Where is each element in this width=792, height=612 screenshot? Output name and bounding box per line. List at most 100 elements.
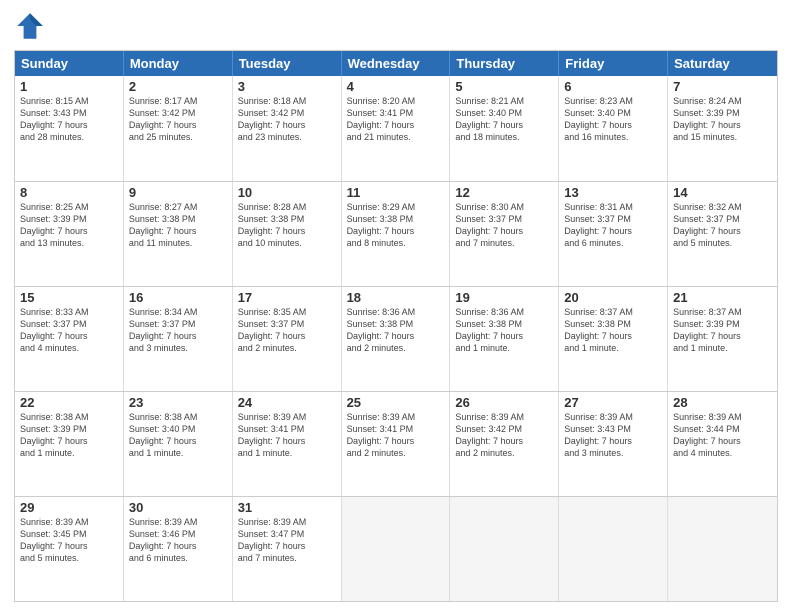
day-cell-20: 20Sunrise: 8:37 AM Sunset: 3:38 PM Dayli…	[559, 287, 668, 391]
day-number: 25	[347, 395, 445, 410]
day-info: Sunrise: 8:20 AM Sunset: 3:41 PM Dayligh…	[347, 95, 445, 144]
day-cell-26: 26Sunrise: 8:39 AM Sunset: 3:42 PM Dayli…	[450, 392, 559, 496]
weekday-header-monday: Monday	[124, 51, 233, 76]
day-number: 19	[455, 290, 553, 305]
day-info: Sunrise: 8:37 AM Sunset: 3:39 PM Dayligh…	[673, 306, 772, 355]
day-number: 16	[129, 290, 227, 305]
day-cell-empty	[559, 497, 668, 601]
day-info: Sunrise: 8:39 AM Sunset: 3:47 PM Dayligh…	[238, 516, 336, 565]
day-info: Sunrise: 8:39 AM Sunset: 3:44 PM Dayligh…	[673, 411, 772, 460]
day-number: 23	[129, 395, 227, 410]
day-cell-6: 6Sunrise: 8:23 AM Sunset: 3:40 PM Daylig…	[559, 76, 668, 181]
logo	[14, 10, 50, 42]
day-number: 1	[20, 79, 118, 94]
day-cell-2: 2Sunrise: 8:17 AM Sunset: 3:42 PM Daylig…	[124, 76, 233, 181]
day-number: 3	[238, 79, 336, 94]
day-info: Sunrise: 8:39 AM Sunset: 3:41 PM Dayligh…	[347, 411, 445, 460]
day-info: Sunrise: 8:34 AM Sunset: 3:37 PM Dayligh…	[129, 306, 227, 355]
day-cell-11: 11Sunrise: 8:29 AM Sunset: 3:38 PM Dayli…	[342, 182, 451, 286]
day-cell-7: 7Sunrise: 8:24 AM Sunset: 3:39 PM Daylig…	[668, 76, 777, 181]
day-cell-empty	[342, 497, 451, 601]
day-info: Sunrise: 8:35 AM Sunset: 3:37 PM Dayligh…	[238, 306, 336, 355]
day-info: Sunrise: 8:27 AM Sunset: 3:38 PM Dayligh…	[129, 201, 227, 250]
day-number: 15	[20, 290, 118, 305]
day-info: Sunrise: 8:28 AM Sunset: 3:38 PM Dayligh…	[238, 201, 336, 250]
day-cell-30: 30Sunrise: 8:39 AM Sunset: 3:46 PM Dayli…	[124, 497, 233, 601]
day-cell-empty	[668, 497, 777, 601]
day-number: 11	[347, 185, 445, 200]
day-cell-23: 23Sunrise: 8:38 AM Sunset: 3:40 PM Dayli…	[124, 392, 233, 496]
weekday-header-wednesday: Wednesday	[342, 51, 451, 76]
day-number: 9	[129, 185, 227, 200]
day-info: Sunrise: 8:39 AM Sunset: 3:45 PM Dayligh…	[20, 516, 118, 565]
day-cell-18: 18Sunrise: 8:36 AM Sunset: 3:38 PM Dayli…	[342, 287, 451, 391]
day-number: 7	[673, 79, 772, 94]
day-cell-15: 15Sunrise: 8:33 AM Sunset: 3:37 PM Dayli…	[15, 287, 124, 391]
day-number: 18	[347, 290, 445, 305]
day-number: 13	[564, 185, 662, 200]
day-cell-25: 25Sunrise: 8:39 AM Sunset: 3:41 PM Dayli…	[342, 392, 451, 496]
day-info: Sunrise: 8:38 AM Sunset: 3:39 PM Dayligh…	[20, 411, 118, 460]
weekday-header-thursday: Thursday	[450, 51, 559, 76]
day-cell-10: 10Sunrise: 8:28 AM Sunset: 3:38 PM Dayli…	[233, 182, 342, 286]
day-info: Sunrise: 8:15 AM Sunset: 3:43 PM Dayligh…	[20, 95, 118, 144]
calendar-body: 1Sunrise: 8:15 AM Sunset: 3:43 PM Daylig…	[15, 76, 777, 601]
day-cell-27: 27Sunrise: 8:39 AM Sunset: 3:43 PM Dayli…	[559, 392, 668, 496]
day-info: Sunrise: 8:29 AM Sunset: 3:38 PM Dayligh…	[347, 201, 445, 250]
day-number: 2	[129, 79, 227, 94]
day-number: 27	[564, 395, 662, 410]
weekday-header-sunday: Sunday	[15, 51, 124, 76]
day-cell-24: 24Sunrise: 8:39 AM Sunset: 3:41 PM Dayli…	[233, 392, 342, 496]
day-cell-14: 14Sunrise: 8:32 AM Sunset: 3:37 PM Dayli…	[668, 182, 777, 286]
day-number: 8	[20, 185, 118, 200]
day-number: 20	[564, 290, 662, 305]
day-number: 5	[455, 79, 553, 94]
day-number: 12	[455, 185, 553, 200]
day-info: Sunrise: 8:32 AM Sunset: 3:37 PM Dayligh…	[673, 201, 772, 250]
day-cell-4: 4Sunrise: 8:20 AM Sunset: 3:41 PM Daylig…	[342, 76, 451, 181]
day-cell-17: 17Sunrise: 8:35 AM Sunset: 3:37 PM Dayli…	[233, 287, 342, 391]
page: SundayMondayTuesdayWednesdayThursdayFrid…	[0, 0, 792, 612]
week-row-5: 29Sunrise: 8:39 AM Sunset: 3:45 PM Dayli…	[15, 496, 777, 601]
weekday-header-friday: Friday	[559, 51, 668, 76]
day-cell-empty	[450, 497, 559, 601]
day-number: 6	[564, 79, 662, 94]
week-row-2: 8Sunrise: 8:25 AM Sunset: 3:39 PM Daylig…	[15, 181, 777, 286]
day-number: 22	[20, 395, 118, 410]
calendar: SundayMondayTuesdayWednesdayThursdayFrid…	[14, 50, 778, 602]
weekday-header-saturday: Saturday	[668, 51, 777, 76]
week-row-3: 15Sunrise: 8:33 AM Sunset: 3:37 PM Dayli…	[15, 286, 777, 391]
day-info: Sunrise: 8:39 AM Sunset: 3:43 PM Dayligh…	[564, 411, 662, 460]
day-info: Sunrise: 8:25 AM Sunset: 3:39 PM Dayligh…	[20, 201, 118, 250]
header	[14, 10, 778, 42]
day-cell-13: 13Sunrise: 8:31 AM Sunset: 3:37 PM Dayli…	[559, 182, 668, 286]
day-info: Sunrise: 8:39 AM Sunset: 3:46 PM Dayligh…	[129, 516, 227, 565]
day-info: Sunrise: 8:39 AM Sunset: 3:41 PM Dayligh…	[238, 411, 336, 460]
day-number: 24	[238, 395, 336, 410]
day-info: Sunrise: 8:36 AM Sunset: 3:38 PM Dayligh…	[455, 306, 553, 355]
day-number: 10	[238, 185, 336, 200]
day-cell-12: 12Sunrise: 8:30 AM Sunset: 3:37 PM Dayli…	[450, 182, 559, 286]
day-cell-9: 9Sunrise: 8:27 AM Sunset: 3:38 PM Daylig…	[124, 182, 233, 286]
day-cell-1: 1Sunrise: 8:15 AM Sunset: 3:43 PM Daylig…	[15, 76, 124, 181]
day-cell-5: 5Sunrise: 8:21 AM Sunset: 3:40 PM Daylig…	[450, 76, 559, 181]
day-number: 4	[347, 79, 445, 94]
day-number: 31	[238, 500, 336, 515]
logo-icon	[14, 10, 46, 42]
day-info: Sunrise: 8:21 AM Sunset: 3:40 PM Dayligh…	[455, 95, 553, 144]
day-info: Sunrise: 8:36 AM Sunset: 3:38 PM Dayligh…	[347, 306, 445, 355]
day-info: Sunrise: 8:23 AM Sunset: 3:40 PM Dayligh…	[564, 95, 662, 144]
day-info: Sunrise: 8:31 AM Sunset: 3:37 PM Dayligh…	[564, 201, 662, 250]
week-row-1: 1Sunrise: 8:15 AM Sunset: 3:43 PM Daylig…	[15, 76, 777, 181]
day-info: Sunrise: 8:18 AM Sunset: 3:42 PM Dayligh…	[238, 95, 336, 144]
day-cell-28: 28Sunrise: 8:39 AM Sunset: 3:44 PM Dayli…	[668, 392, 777, 496]
day-cell-22: 22Sunrise: 8:38 AM Sunset: 3:39 PM Dayli…	[15, 392, 124, 496]
day-info: Sunrise: 8:17 AM Sunset: 3:42 PM Dayligh…	[129, 95, 227, 144]
day-cell-16: 16Sunrise: 8:34 AM Sunset: 3:37 PM Dayli…	[124, 287, 233, 391]
day-info: Sunrise: 8:33 AM Sunset: 3:37 PM Dayligh…	[20, 306, 118, 355]
weekday-header-tuesday: Tuesday	[233, 51, 342, 76]
week-row-4: 22Sunrise: 8:38 AM Sunset: 3:39 PM Dayli…	[15, 391, 777, 496]
day-number: 21	[673, 290, 772, 305]
day-cell-19: 19Sunrise: 8:36 AM Sunset: 3:38 PM Dayli…	[450, 287, 559, 391]
day-cell-29: 29Sunrise: 8:39 AM Sunset: 3:45 PM Dayli…	[15, 497, 124, 601]
